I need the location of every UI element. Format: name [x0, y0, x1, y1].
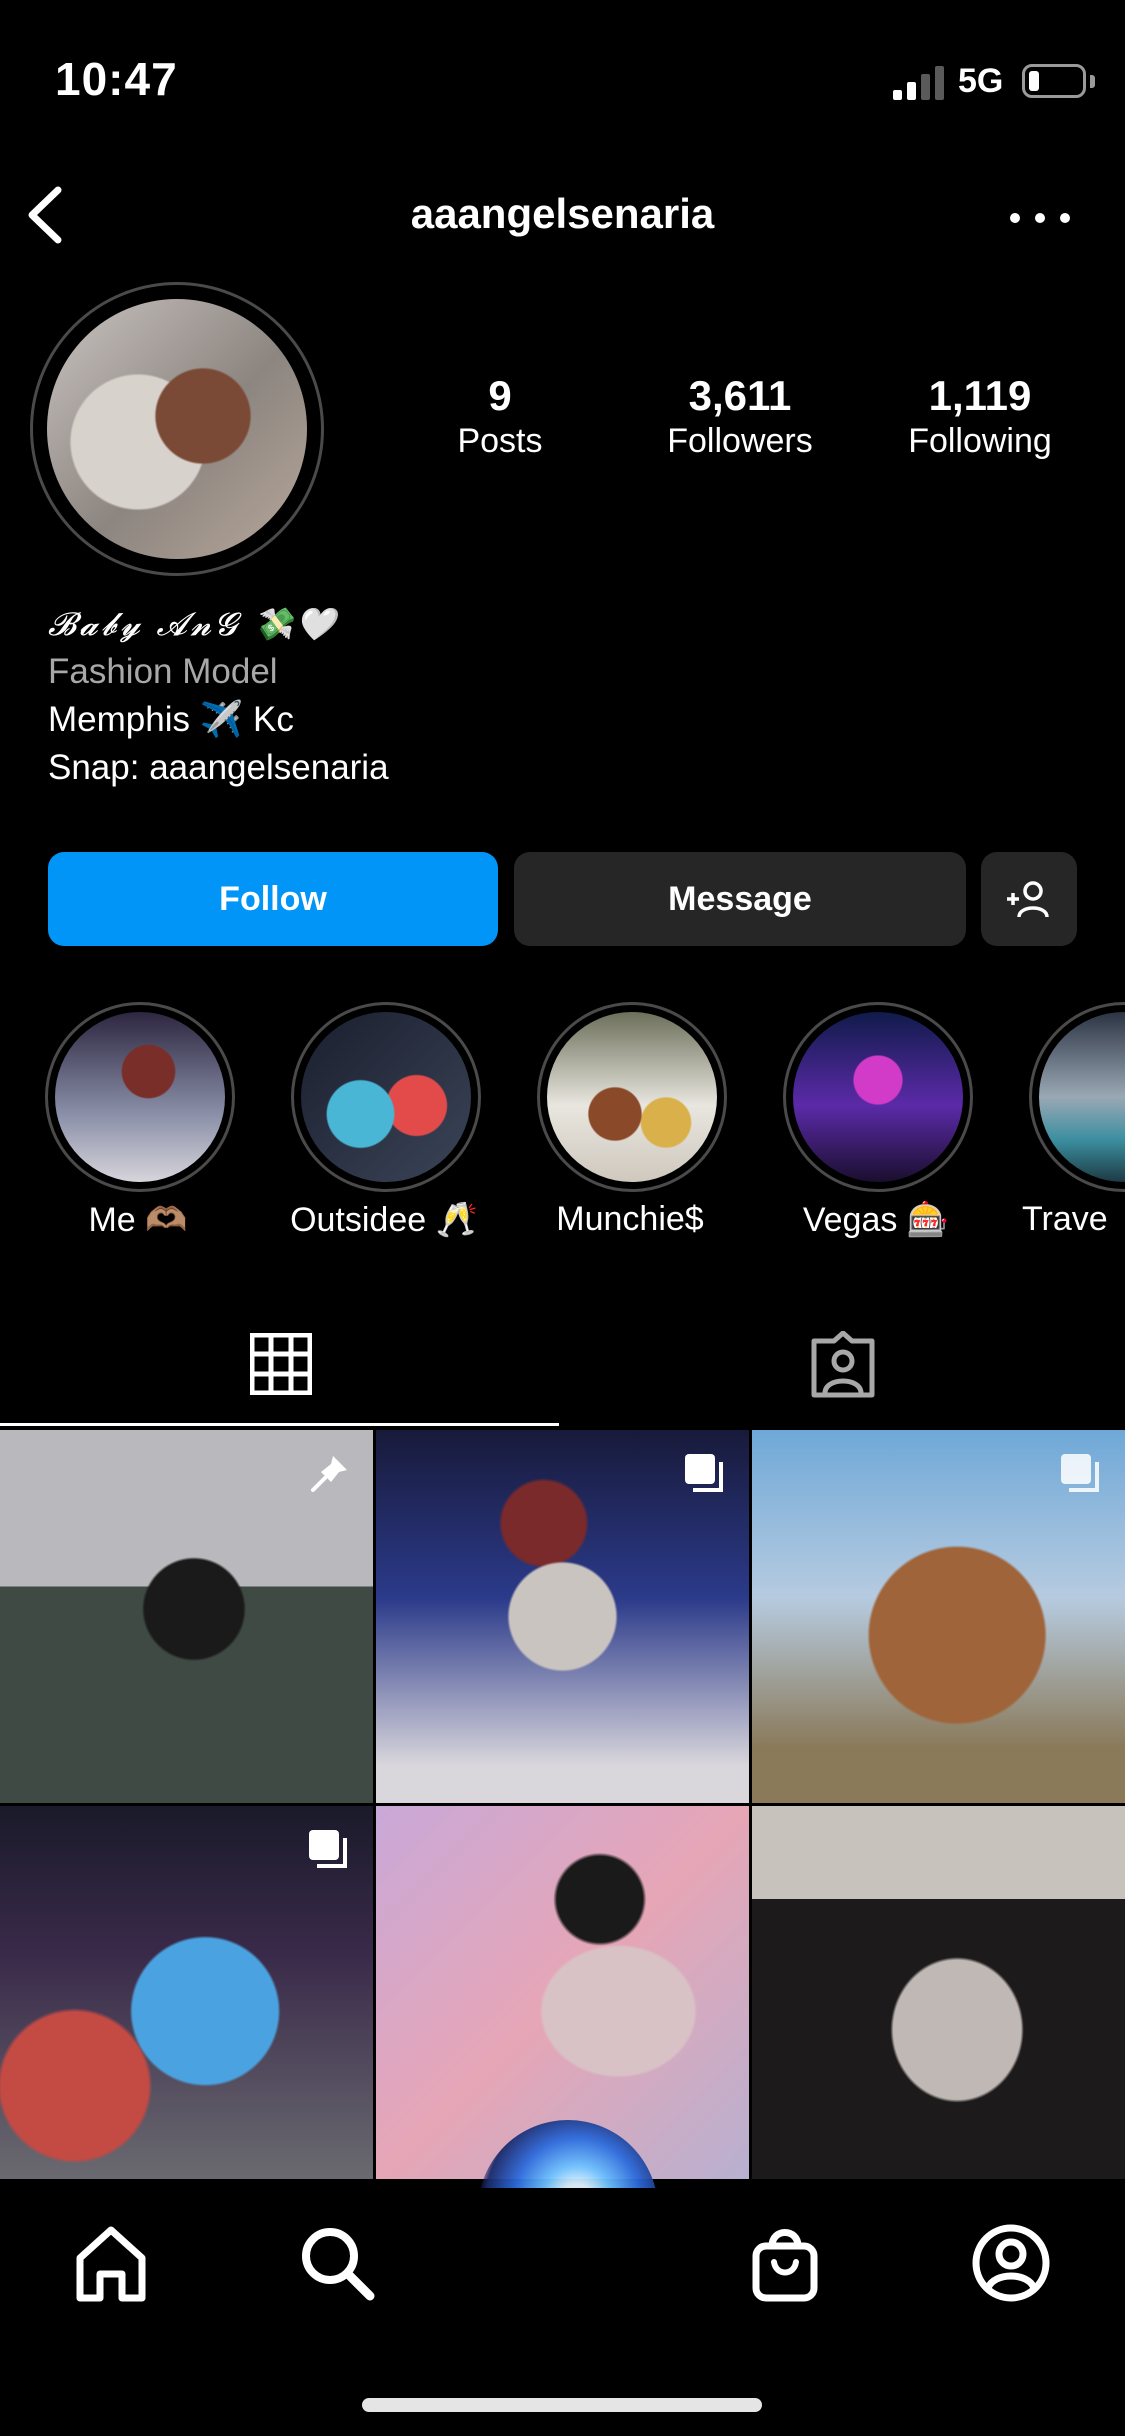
home-indicator[interactable] [362, 2398, 762, 2412]
profile-screen: 10:47 5G aaangelsenaria 9 Posts 3,611 Fo… [0, 0, 1125, 2436]
home-icon[interactable] [66, 2218, 156, 2308]
highlight-cover [547, 1012, 717, 1182]
stat-followers-value: 3,611 [688, 372, 792, 419]
carousel-icon [685, 1454, 723, 1492]
stat-following[interactable]: 1,119 Following [880, 372, 1080, 461]
tagged-person-icon [811, 1331, 875, 1398]
status-time: 10:47 [55, 53, 178, 105]
shop-bag-icon[interactable] [740, 2218, 830, 2308]
highlight-label: Vegas 🎰 [802, 1201, 950, 1239]
highlight-label: Trave [1022, 1200, 1108, 1238]
stat-following-value: 1,119 [928, 372, 1032, 419]
profile-username: aaangelsenaria [410, 190, 715, 237]
grid-icon [250, 1333, 312, 1395]
profile-icon[interactable] [966, 2218, 1056, 2308]
pinned-icon [311, 1456, 347, 1492]
highlight-cover [55, 1012, 225, 1182]
stat-followers-label: Followers [667, 422, 813, 460]
bio-line-location: Memphis ✈️ Kc [48, 700, 294, 739]
profile-avatar[interactable] [47, 299, 307, 559]
stat-posts-value: 9 [488, 372, 512, 419]
more-options-icon[interactable] [1010, 200, 1070, 236]
carousel-icon [1061, 1454, 1099, 1492]
battery-tip [1090, 75, 1095, 88]
highlight-cover [793, 1012, 963, 1182]
highlight-label: Me 🫶🏽 [88, 1201, 188, 1239]
stat-followers[interactable]: 3,611 Followers [640, 372, 840, 461]
stat-following-label: Following [908, 422, 1052, 460]
post-tile[interactable] [0, 1806, 373, 2179]
tab-posts-grid[interactable] [0, 1325, 562, 1425]
tab-tagged[interactable] [563, 1325, 1125, 1425]
highlight-label: Outsidee 🥂 [290, 1201, 478, 1239]
post-tile[interactable] [376, 1430, 749, 1803]
bio-category: Fashion Model [48, 652, 278, 691]
suggested-users-button[interactable] [981, 852, 1077, 946]
search-icon[interactable] [292, 2218, 382, 2308]
bio-display-name: 𝓑𝓪𝓫𝔂 𝓐𝓷𝓖 💸🤍 [48, 605, 339, 643]
bio-line-snap: Snap: aaangelsenaria [48, 748, 389, 787]
post-tile[interactable] [752, 1430, 1125, 1803]
post-tile[interactable] [0, 1430, 373, 1803]
follow-button[interactable]: Follow [48, 852, 498, 946]
highlight-cover [301, 1012, 471, 1182]
post-tile[interactable] [752, 1806, 1125, 2179]
tab-active-indicator [0, 1423, 559, 1426]
network-label: 5G [958, 62, 1004, 100]
carousel-icon [309, 1830, 347, 1868]
stat-posts-label: Posts [457, 422, 543, 460]
stat-posts[interactable]: 9 Posts [400, 372, 600, 461]
highlight-label: Munchie$ [556, 1200, 704, 1238]
cellular-signal-icon [893, 66, 944, 100]
battery-icon [1022, 64, 1086, 98]
profile-bio: 𝓑𝓪𝓫𝔂 𝓐𝓷𝓖 💸🤍 Fashion Model Memphis ✈️ Kc … [48, 600, 389, 792]
message-button[interactable]: Message [514, 852, 966, 946]
add-person-icon [1007, 881, 1049, 918]
